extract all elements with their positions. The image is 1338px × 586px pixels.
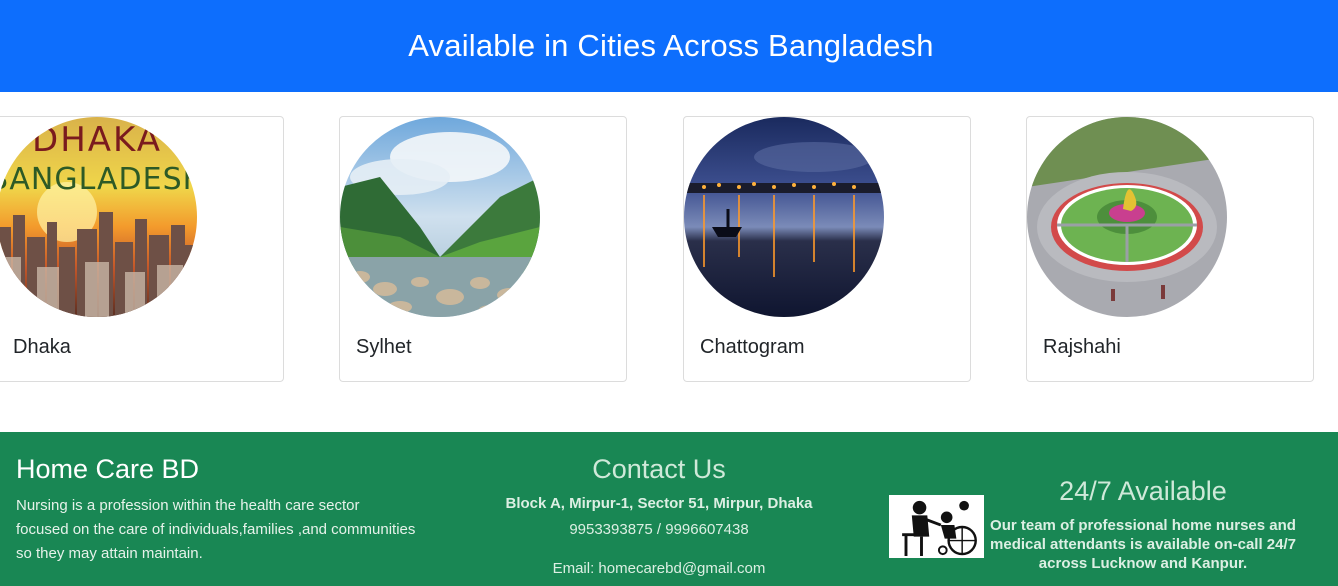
footer-phone[interactable]: 9953393875 / 9996607438 (480, 521, 838, 538)
footer-contact: Contact Us Block A, Mirpur-1, Sector 51,… (480, 454, 838, 577)
city-card-dhaka[interactable]: DHAKA BANGLADESH Dhaka (0, 116, 284, 382)
footer-brand-title: Home Care BD (16, 454, 200, 484)
rajshahi-roundabout-image (1027, 117, 1227, 317)
city-name-sylhet: Sylhet (356, 336, 412, 358)
city-photo-dhaka: DHAKA BANGLADESH (0, 117, 197, 317)
dhaka-photo-title: DHAKA (32, 120, 162, 160)
city-photo-rajshahi (1027, 117, 1227, 317)
city-name-rajshahi: Rajshahi (1043, 336, 1121, 358)
city-card-rajshahi[interactable]: Rajshahi (1026, 116, 1314, 382)
footer-availability-title: 24/7 Available (1059, 476, 1227, 506)
section-header: Available in Cities Across Bangladesh (0, 0, 1338, 92)
sylhet-valley-image (340, 117, 540, 317)
footer-availability-description: Our team of professional home nurses and… (990, 517, 1296, 572)
caregiver-wheelchair-icon (889, 495, 984, 558)
site-footer: Home Care BD Nursing is a profession wit… (0, 432, 1338, 586)
footer-address: Block A, Mirpur-1, Sector 51, Mirpur, Dh… (505, 495, 813, 512)
city-photo-chattogram (684, 117, 884, 317)
city-card-chattogram[interactable]: Chattogram (683, 116, 971, 382)
dhaka-skyline-image: DHAKA BANGLADESH (0, 117, 197, 317)
footer-availability: 24/7 Available Our team of professional … (985, 476, 1301, 573)
city-photo-sylhet (340, 117, 540, 317)
footer-email[interactable]: Email: homecarebd@gmail.com (480, 560, 838, 577)
footer-brand-description: Nursing is a profession within the healt… (16, 497, 416, 562)
city-card-sylhet[interactable]: Sylhet (339, 116, 627, 382)
footer-contact-title: Contact Us (592, 454, 726, 484)
city-name-chattogram: Chattogram (700, 336, 805, 358)
footer-brand: Home Care BD Nursing is a profession wit… (16, 454, 416, 566)
bangladesh-photo-title: BANGLADESH (0, 162, 197, 197)
chattogram-port-image (684, 117, 884, 317)
section-title: Available in Cities Across Bangladesh (408, 28, 934, 63)
city-name-dhaka: Dhaka (13, 336, 71, 358)
